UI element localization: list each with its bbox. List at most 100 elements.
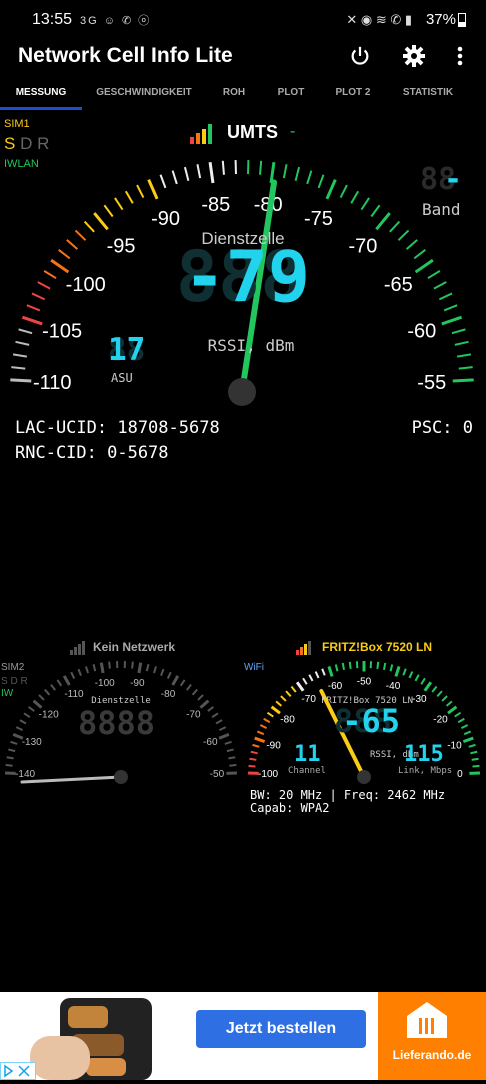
- gauge-tick: [139, 663, 141, 673]
- gauge-tick: [384, 663, 385, 670]
- power-icon[interactable]: [346, 42, 374, 70]
- gauge-tick: [34, 701, 42, 708]
- gauge-tick: [463, 738, 473, 742]
- gauge-scale-label: -50: [210, 769, 225, 780]
- gauge-tick: [257, 731, 263, 734]
- network-suffix: -: [290, 123, 295, 141]
- gauge-tick: [442, 317, 462, 324]
- wifi-link-label: Link, Mbps: [398, 766, 452, 776]
- gauge-scale-label: -90: [130, 678, 145, 689]
- ad-brand-panel[interactable]: Lieferando.de: [378, 992, 486, 1080]
- wifi-gauge-hub: [357, 770, 371, 784]
- food-image-1: [68, 1006, 108, 1028]
- gauge-tick: [409, 672, 412, 678]
- gauge-tick: [109, 662, 110, 669]
- status-bar: 13:55 3G ☺ ✆ ⓞ ✕ ◉ ≋ ✆ ▮ 37%: [0, 0, 486, 40]
- gauge-tick: [173, 171, 177, 184]
- main-rssi-value: -79: [184, 236, 310, 318]
- wifi-value-display: 888 -65: [334, 704, 400, 746]
- gauge-tick: [216, 720, 222, 723]
- gauge-tick: [390, 222, 399, 232]
- gauge-tick: [391, 664, 393, 671]
- gauge-scale-label: -55: [417, 372, 446, 394]
- gauge-tick: [255, 738, 265, 742]
- gauge-tick: [452, 329, 465, 333]
- gauge-tick: [264, 719, 270, 723]
- settings-gear-icon[interactable]: [400, 42, 428, 70]
- status-time: 13:55: [32, 11, 72, 29]
- gauge-tick: [10, 742, 17, 744]
- gauge-tick: [51, 685, 55, 691]
- gauge-tick: [219, 727, 225, 730]
- tab-statistik[interactable]: STATISTIK: [394, 82, 462, 106]
- gauge-tick: [377, 662, 378, 669]
- gauge-tick: [32, 293, 45, 299]
- tab-messung[interactable]: MESSUNG: [4, 82, 78, 106]
- gauge-tick: [329, 666, 332, 676]
- wifi-channel-value: 11: [294, 742, 321, 767]
- gauge-tick: [64, 676, 69, 685]
- gauge-tick: [253, 745, 260, 747]
- ad-banner[interactable]: Jetzt bestellen Lieferando.de: [0, 992, 486, 1080]
- main-value-display: 888 -79: [176, 244, 310, 324]
- gauge-tick: [181, 680, 185, 686]
- gauge-tick: [272, 707, 280, 713]
- asu-value: 17: [108, 332, 145, 368]
- wifi-info-line1: BW: 20 MHz | Freq: 2462 MHz: [250, 788, 445, 802]
- gauge-tick: [168, 672, 171, 678]
- food-image-3: [86, 1058, 126, 1076]
- gauge-scale-label: -60: [328, 681, 343, 692]
- gauge-scale-label: -120: [39, 709, 59, 720]
- gauge-tick: [281, 696, 286, 701]
- gauge-tick: [149, 180, 157, 199]
- wifi-info-line2: Capab: WPA2: [250, 801, 329, 815]
- rnc-cid: RNC-CID: 0-5678: [15, 443, 169, 463]
- gauge-tick: [24, 713, 30, 717]
- gauge-tick: [297, 682, 303, 691]
- gauge-tick: [309, 675, 312, 681]
- gauge-tick: [227, 749, 234, 751]
- gauge-tick: [469, 745, 476, 747]
- gauge-tick: [228, 757, 235, 758]
- gauge-tick: [20, 720, 26, 723]
- gauge-scale-label: -110: [33, 372, 72, 394]
- asu-display: 88 17: [108, 334, 148, 368]
- tab-roh[interactable]: ROH: [210, 82, 258, 106]
- tab-plot2[interactable]: PLOT 2: [328, 82, 378, 106]
- tab-geschwindigkeit[interactable]: GESCHWINDIGKEIT: [88, 82, 200, 106]
- gauge-tick: [251, 752, 258, 754]
- gauge-tick: [94, 664, 96, 671]
- gauge-tick: [193, 690, 198, 695]
- sim2-gauge-needle: [22, 777, 121, 782]
- gauge-tick: [154, 666, 156, 673]
- ad-cta-button[interactable]: Jetzt bestellen: [196, 1010, 366, 1048]
- gauge-tick: [322, 669, 325, 676]
- gauge-tick: [284, 164, 287, 178]
- gauge-scale-label: -90: [151, 208, 180, 230]
- gauge-scale-label: -70: [186, 709, 201, 720]
- gauge-tick: [470, 752, 477, 754]
- gauge-tick: [11, 367, 25, 369]
- gauge-tick: [336, 664, 338, 671]
- lieferando-logo-icon: [404, 1000, 450, 1045]
- gauge-tick: [307, 171, 311, 184]
- gauge-tick: [461, 725, 467, 728]
- gauge-scale-label: -90: [266, 740, 281, 751]
- gauge-tick: [286, 691, 291, 696]
- gauge-tick: [115, 198, 123, 210]
- gauge-tick: [276, 701, 281, 706]
- gauge-tick: [219, 734, 229, 738]
- gauge-scale-label: -70: [301, 694, 316, 705]
- gauge-scale-label: -100: [95, 678, 115, 689]
- gauge-tick: [229, 765, 236, 766]
- adchoices-icon[interactable]: [0, 1062, 36, 1080]
- ad-food-phone-image: [30, 996, 210, 1080]
- gauge-tick: [126, 191, 133, 203]
- gauge-tick: [78, 669, 81, 676]
- tab-plot[interactable]: PLOT: [266, 82, 316, 106]
- gauge-tick: [350, 662, 351, 669]
- gauge-tick: [6, 765, 13, 766]
- band-display: 88 -: [420, 164, 464, 196]
- overflow-menu-icon[interactable]: [446, 42, 474, 70]
- gauge-tick: [94, 213, 107, 229]
